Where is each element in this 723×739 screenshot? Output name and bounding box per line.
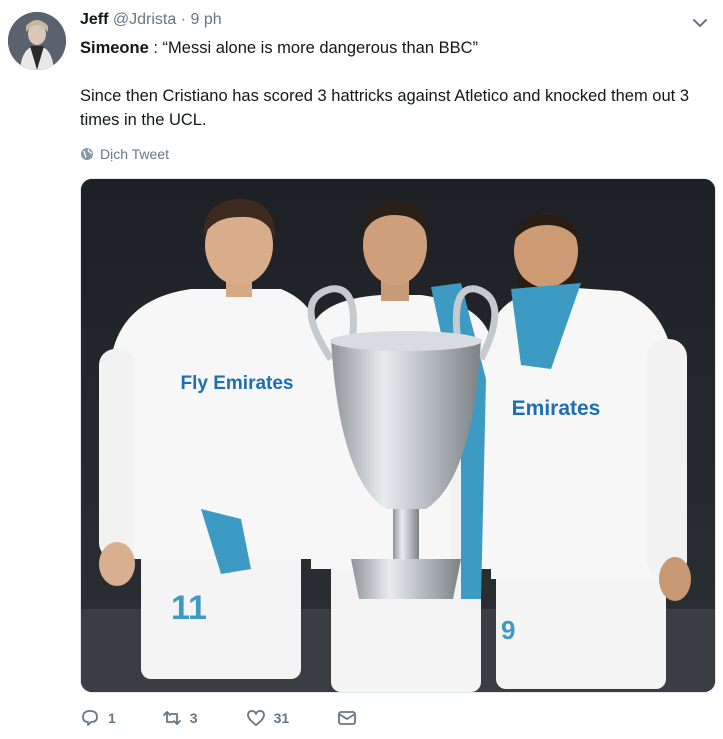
author-avatar[interactable]: [8, 12, 66, 70]
retweet-icon: [162, 711, 181, 725]
chevron-down-icon[interactable]: [691, 14, 709, 32]
shorts-number-right: 9: [501, 615, 515, 645]
envelope-icon: [338, 711, 357, 725]
sponsor-text-left: Fly Emirates: [181, 373, 294, 394]
like-count: 31: [273, 710, 290, 726]
translate-tweet-link[interactable]: Dịch Tweet: [80, 146, 169, 162]
tweet-timestamp[interactable]: 9 ph: [191, 11, 222, 28]
tweet-photo[interactable]: Fly Emirates 11 Emirates 9: [80, 178, 716, 693]
photo-illustration: Fly Emirates 11 Emirates 9: [81, 179, 715, 692]
direct-message-button[interactable]: [337, 708, 357, 728]
retweet-count: 3: [189, 710, 198, 726]
tweet-body: Since then Cristiano has scored 3 hattri…: [80, 87, 690, 129]
quote-speaker[interactable]: Simeone: [80, 39, 149, 57]
separator-dot: ·: [180, 11, 187, 28]
reply-button[interactable]: 1: [80, 708, 116, 728]
shorts-number-left: 11: [171, 589, 207, 627]
avatar-image: [8, 12, 66, 70]
heart-icon: [246, 710, 265, 726]
globe-icon: [81, 148, 93, 160]
like-button[interactable]: 31: [246, 708, 290, 728]
tweet-text: Simeone : “Messi alone is more dangerous…: [80, 36, 715, 132]
tweet-header: Jeff @Jdrista · 9 ph: [80, 11, 222, 29]
author-name[interactable]: Jeff: [80, 11, 108, 28]
translate-label: Dịch Tweet: [100, 146, 169, 162]
tweet-quote-line: Simeone : “Messi alone is more dangerous…: [80, 36, 715, 60]
tweet-actions: 1 3 31: [80, 708, 357, 728]
author-handle[interactable]: @Jdrista: [113, 11, 176, 28]
retweet-button[interactable]: 3: [162, 708, 198, 728]
quote-text: : “Messi alone is more dangerous than BB…: [148, 39, 479, 57]
sponsor-text-right: Emirates: [512, 397, 601, 420]
reply-count: 1: [108, 710, 116, 726]
reply-icon: [82, 710, 98, 726]
